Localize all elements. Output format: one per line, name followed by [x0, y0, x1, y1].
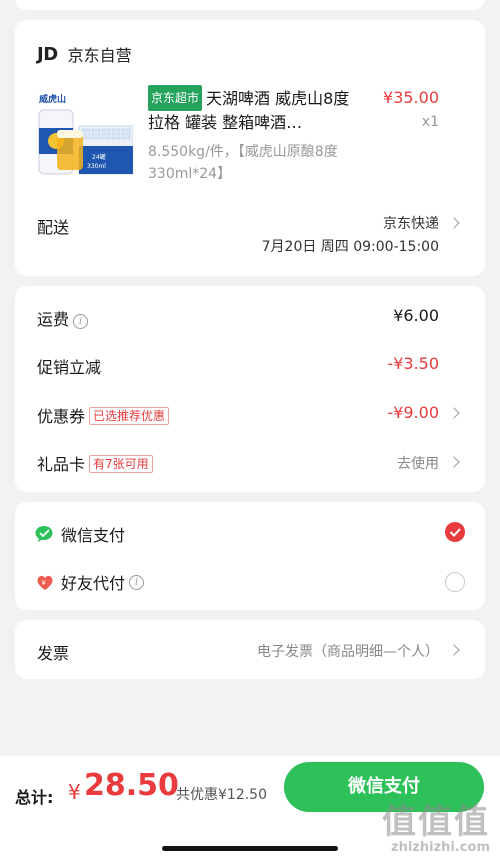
- checkout-bar: 总计: ¥ 28.50 共优惠¥12.50 微信支付 值值值 zhizhizhi…: [0, 756, 500, 863]
- giftcard-label: 礼品卡: [37, 455, 86, 474]
- friend-pay-heart-icon: ¥: [37, 575, 53, 590]
- watermark-url: zhizhizhi.com: [391, 840, 490, 855]
- chevron-right-icon[interactable]: [448, 456, 460, 468]
- watermark-logo: 值值值: [382, 802, 490, 842]
- giftcard-row[interactable]: 礼品卡 有7张可用: [37, 451, 153, 475]
- friend-pay-option[interactable]: ¥ 好友代付 i: [35, 570, 145, 594]
- chevron-right-icon[interactable]: [448, 407, 460, 419]
- shop-name: 京东自营: [67, 46, 132, 65]
- info-icon[interactable]: i: [129, 574, 145, 590]
- product-quantity: x1: [421, 114, 439, 130]
- svg-text:¥: ¥: [42, 579, 47, 587]
- total-discount: 共优惠¥12.50: [176, 787, 267, 803]
- order-card: JD 京东自营 威虎山 24罐 330ml 京东超市 天湖啤酒 威虎山8度拉格 罐…: [15, 20, 485, 276]
- total-amount: 28.50: [84, 768, 179, 803]
- shipping-label: 配送: [37, 218, 70, 237]
- promo-value: -¥3.50: [387, 354, 439, 373]
- shipping-method[interactable]: 京东快递: [383, 213, 439, 233]
- home-indicator[interactable]: [162, 846, 338, 851]
- wechat-icon: [35, 526, 53, 542]
- wechat-pay-label: 微信支付: [61, 526, 126, 545]
- previous-card: [15, 0, 485, 10]
- chevron-right-icon[interactable]: [448, 644, 460, 656]
- giftcard-use[interactable]: 去使用: [397, 453, 439, 473]
- freight-label: 运费: [37, 310, 70, 329]
- jd-logo: JD: [37, 43, 58, 65]
- product-spec: 8.550kg/件，【威虎山原酿8度 330ml*24】: [148, 144, 338, 182]
- wechat-pay-option[interactable]: 微信支付: [35, 522, 125, 546]
- shop-header[interactable]: JD 京东自营: [37, 42, 132, 66]
- shipping-time[interactable]: 7月20日 周四 09:00-15:00: [262, 236, 439, 256]
- beer-product-icon: 威虎山 24罐 330ml: [37, 90, 134, 178]
- total-label: 总计:: [15, 788, 54, 807]
- svg-text:24罐: 24罐: [92, 153, 106, 161]
- freight-row: 运费 i: [37, 306, 89, 330]
- coupon-badge: 已选推荐优惠: [89, 407, 170, 425]
- check-icon: [449, 528, 461, 537]
- watermark: 值值值 zhizhizhi.com: [382, 804, 490, 855]
- friend-pay-radio[interactable]: [445, 572, 465, 592]
- info-icon[interactable]: i: [73, 314, 89, 329]
- wechat-pay-radio[interactable]: [445, 522, 465, 542]
- svg-text:330ml: 330ml: [87, 163, 106, 170]
- fees-card: 运费 i ¥6.00 促销立减 -¥3.50 优惠券 已选推荐优惠 -¥9.00 礼…: [15, 286, 485, 492]
- svg-text:威虎山: 威虎山: [39, 93, 66, 105]
- product-price: ¥35.00: [383, 88, 439, 107]
- coupon-label: 优惠券: [37, 407, 86, 426]
- total-currency: ¥: [68, 780, 81, 804]
- chevron-right-icon[interactable]: [448, 217, 460, 229]
- coupon-row[interactable]: 优惠券 已选推荐优惠: [37, 403, 170, 427]
- supermarket-tag: 京东超市: [148, 85, 203, 111]
- invoice-card[interactable]: 发票 电子发票（商品明细—个人）: [15, 620, 485, 679]
- invoice-label: 发票: [37, 644, 70, 663]
- product-title[interactable]: 京东超市 天湖啤酒 威虎山8度拉格 罐装 整箱啤酒…: [148, 85, 358, 135]
- payment-card: 微信支付 ¥ 好友代付 i: [15, 502, 485, 610]
- invoice-value[interactable]: 电子发票（商品明细—个人）: [257, 641, 439, 661]
- giftcard-badge: 有7张可用: [89, 455, 153, 473]
- product-thumbnail[interactable]: 威虎山 24罐 330ml: [37, 90, 134, 178]
- freight-value: ¥6.00: [393, 306, 439, 325]
- promo-label: 促销立减: [37, 358, 102, 377]
- coupon-value[interactable]: -¥9.00: [387, 403, 439, 422]
- friend-pay-label: 好友代付: [61, 574, 126, 593]
